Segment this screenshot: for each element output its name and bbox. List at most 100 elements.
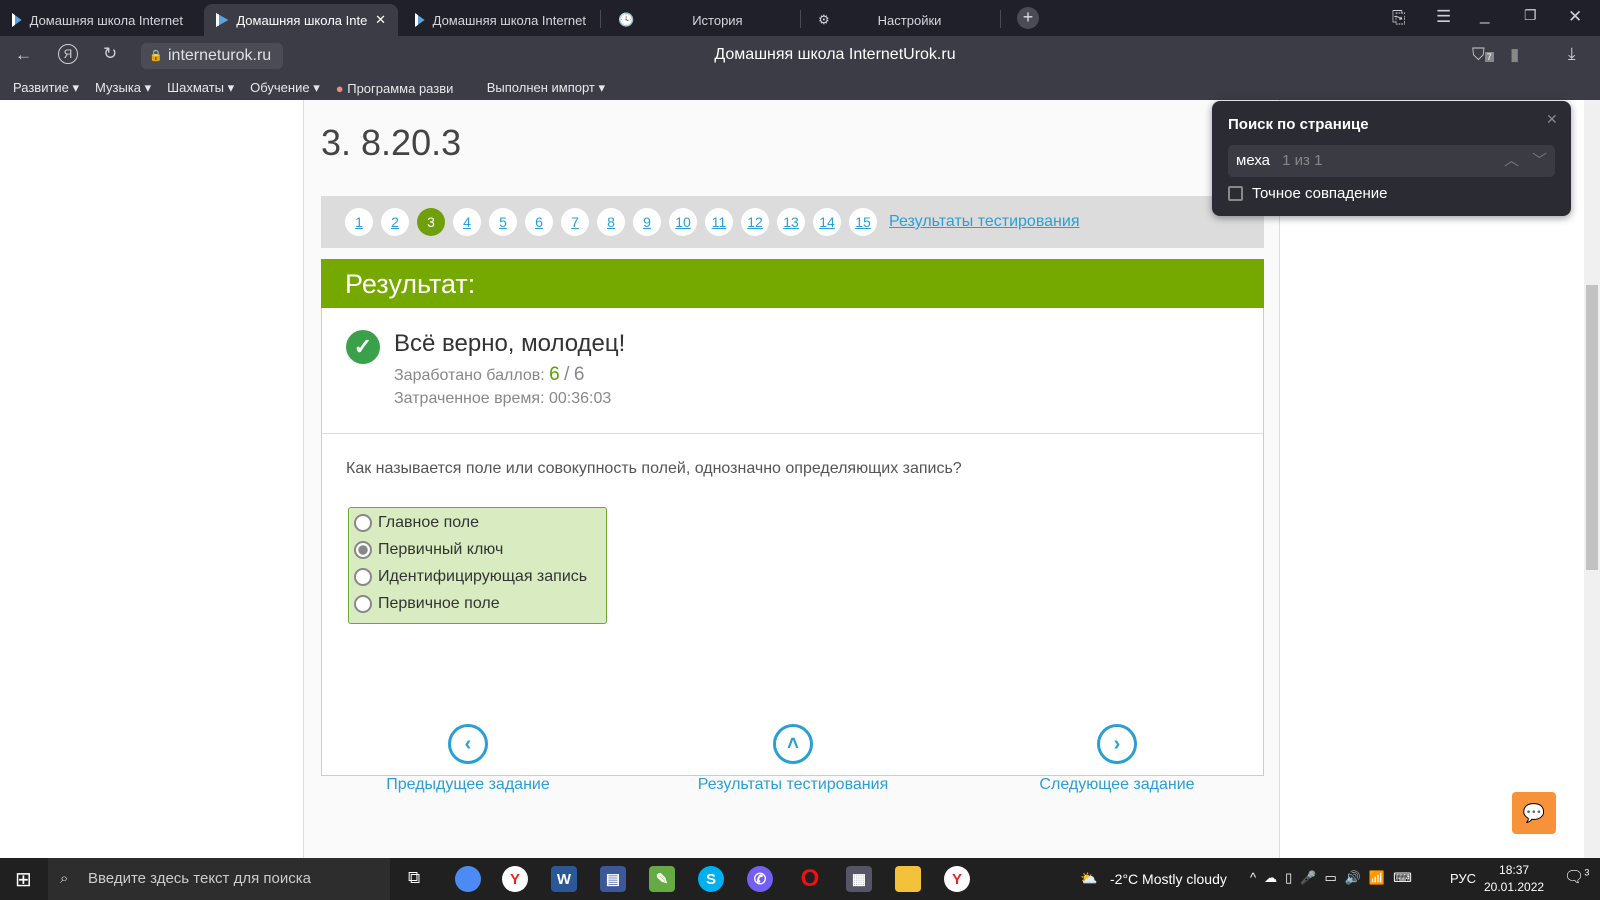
protect-shield-icon[interactable]: ⛉ 7 [1472,45,1494,65]
lesson-container: 3. 8.20.3 1 2 3 4 5 6 7 8 9 10 11 12 13 14 15 Результа… [303,100,1280,858]
language-indicator[interactable]: РУС [1450,871,1476,886]
page-6[interactable]: 6 [525,208,553,236]
page-5[interactable]: 5 [489,208,517,236]
find-input[interactable]: меха 1 из 1 ︿ ﹀ [1228,145,1555,177]
page-4[interactable]: 4 [453,208,481,236]
result-body: ✓ Всё верно, молодец! Заработано баллов:… [321,308,1264,776]
tab-bar: Домашняя школа Internet Домашняя школа I… [0,0,1600,36]
weather-text[interactable]: -2°C Mostly cloudy [1110,871,1227,887]
restore-icon[interactable]: ❐ [1524,7,1537,24]
close-icon[interactable]: ✕ [1546,111,1558,128]
search-icon: ⌕ [60,870,69,887]
answer-option[interactable]: Идентифицирующая запись [354,563,601,590]
chevron-right-icon: › [1097,724,1137,764]
tab-1[interactable]: Домашняя школа Internet [0,4,195,36]
minimize-icon[interactable]: _ [1480,5,1489,25]
page-9[interactable]: 9 [633,208,661,236]
bookmark-link[interactable]: ● Программа разви [336,81,471,96]
yandex-browser-icon[interactable]: Y [502,866,528,892]
menu-icon[interactable]: ☰ [1436,7,1451,27]
chat-button[interactable]: 💬 [1512,792,1556,834]
score-line: Заработано баллов: 6 / 6 [394,364,585,385]
bookmark-folder[interactable]: Музыка ▾ [95,80,151,96]
yandex-icon[interactable]: Y [944,866,970,892]
yandex-icon[interactable]: Я [58,44,78,64]
radio-button[interactable] [354,513,372,532]
reload-icon[interactable]: ↻ [103,44,117,64]
page-1[interactable]: 1 [345,208,373,236]
windows-start-icon[interactable]: ⊞ [15,867,32,892]
results-link[interactable]: Результаты тестирования [889,213,1079,231]
site-favicon-icon [415,13,425,27]
answer-option[interactable]: Первичный ключ [354,536,601,563]
scrollbar[interactable] [1584,100,1600,858]
bookmarks-panel-icon[interactable]: ⎘ [1392,8,1406,28]
task-view-icon[interactable]: ⧉ [408,868,420,888]
viber-icon[interactable]: ✆ [747,866,773,892]
back-icon[interactable]: ← [15,45,32,65]
page-2[interactable]: 2 [381,208,409,236]
tab-settings[interactable]: ⚙ Настройки [806,4,996,36]
calculator-icon[interactable]: ▦ [846,866,872,892]
skype-icon[interactable]: S [698,866,724,892]
chrome-icon[interactable] [455,866,481,892]
page-8[interactable]: 8 [597,208,625,236]
download-icon[interactable]: ⤓ [1568,44,1576,64]
opera-icon[interactable]: O [797,865,823,892]
bookmark-folder[interactable]: Выполнен импорт ▾ [487,80,605,96]
answer-option[interactable]: Главное поле [354,509,601,536]
bookmark-folder[interactable]: Развитие ▾ [13,80,79,96]
site-favicon-icon [216,13,229,27]
new-tab-button[interactable]: + [1017,7,1039,29]
radio-button[interactable] [354,540,372,559]
taskbar-search[interactable]: ⌕ Введите здесь текст для поиска [48,858,390,900]
find-in-page-panel: Поиск по странице ✕ меха 1 из 1 ︿ ﹀ Точное… [1212,101,1571,216]
chevron-up-icon[interactable]: ︿ [1504,145,1519,177]
clock-icon: 🕓 [618,12,635,27]
notepad-icon[interactable]: ✎ [649,866,675,892]
bookmark-icon[interactable]: ▮ [1510,45,1519,65]
bookmark-folder[interactable]: Шахматы ▾ [167,80,234,96]
page-12[interactable]: 12 [741,208,769,236]
next-task-button[interactable]: › Следующее задание [997,724,1237,794]
page-10[interactable]: 10 [669,208,697,236]
prev-task-button[interactable]: ‹ Предыдущее задание [348,724,588,794]
tab-history[interactable]: 🕓 История [606,4,796,36]
chevron-down-icon[interactable]: ﹀ [1532,145,1547,177]
page-3[interactable]: 3 [417,208,445,236]
system-tray-icons[interactable]: ^☁▯🎤▭🔊📶⌨ [1250,870,1420,886]
tab-3[interactable]: Домашняя школа Internet [403,4,598,36]
notification-icon[interactable]: 🗨3 [1564,867,1589,887]
divider [322,433,1263,434]
radio-button[interactable] [354,567,372,586]
page-15[interactable]: 15 [849,208,877,236]
radio-button[interactable] [354,594,372,613]
answers-box: Главное поле Первичный ключ Идентифицирующ… [348,507,607,624]
page-14[interactable]: 14 [813,208,841,236]
check-icon: ✓ [346,330,380,364]
task-pagination: 1 2 3 4 5 6 7 8 9 10 11 12 13 14 15 Результаты тестиро… [321,196,1264,248]
address-bar: ← Я ↻ 🔒 interneturok.ru Домашняя школа In… [0,36,1600,76]
weather-icon[interactable]: ⛅ [1080,870,1097,887]
close-tab-icon[interactable]: ✕ [375,12,386,28]
close-window-icon[interactable]: ✕ [1568,7,1582,27]
exact-match-checkbox[interactable]: Точное совпадение [1228,185,1388,202]
find-title: Поиск по странице [1228,116,1369,133]
time-spent: Затраченное время: 00:36:03 [394,390,612,407]
clock[interactable]: 18:37 20.01.2022 [1484,862,1544,896]
page-11[interactable]: 11 [705,208,733,236]
gear-icon: ⚙ [818,12,830,27]
tab-2-active[interactable]: Домашняя школа Intern ✕ [204,4,398,36]
save-app-icon[interactable]: ▤ [600,866,626,892]
results-button[interactable]: ˄ Результаты тестирования [673,724,913,794]
file-explorer-icon[interactable] [895,866,921,892]
bookmark-folder[interactable]: Обучение ▾ [250,80,320,96]
page-13[interactable]: 13 [777,208,805,236]
url-field[interactable]: 🔒 interneturok.ru [141,43,283,69]
word-icon[interactable]: W [551,866,577,892]
chevron-left-icon: ‹ [448,724,488,764]
answer-option[interactable]: Первичное поле [354,590,601,617]
result-header: Результат: [321,259,1264,308]
page-7[interactable]: 7 [561,208,589,236]
colorful-icon: ● [335,80,344,96]
